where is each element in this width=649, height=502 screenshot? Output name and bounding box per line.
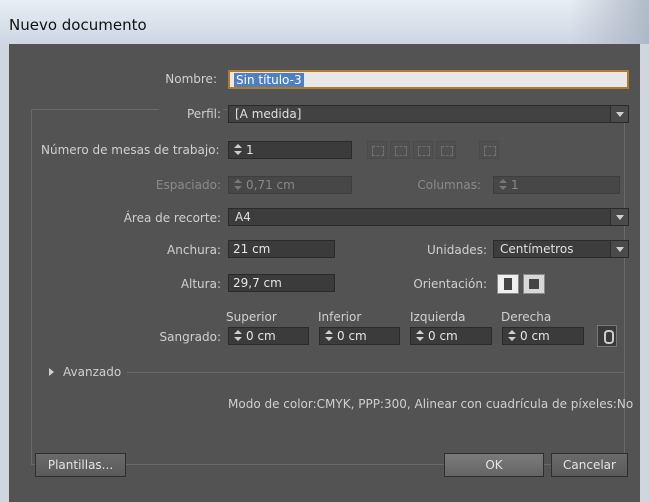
chevron-down-icon [610,209,628,225]
bleed-top-field[interactable]: 0 cm [228,327,309,345]
document-summary: Modo de color:CMYK, PPP:300, Alinear con… [228,397,634,411]
title-bar[interactable]: Nuevo documento [0,0,649,44]
disclosure-triangle-icon[interactable] [49,368,54,376]
name-value: Sin título-3 [234,73,304,87]
bleed-bottom-value: 0 cm [337,329,367,343]
profile-label: Perfil: [159,107,223,121]
cancel-button[interactable]: Cancelar [551,453,628,477]
width-label: Anchura: [167,243,221,257]
bleed-right-field[interactable]: 0 cm [502,327,584,345]
landscape-icon[interactable] [523,274,545,294]
ok-button[interactable]: OK [444,453,544,477]
bleed-left-field[interactable]: 0 cm [410,327,492,345]
advanced-separator [127,372,624,373]
columns-label: Columnas: [417,178,481,192]
arrange-by-row-icon[interactable] [413,141,433,159]
artboards-value: 1 [246,143,254,157]
templates-button[interactable]: Plantillas... [35,453,126,477]
artboards-field[interactable]: 1 [228,141,352,159]
right-to-left-icon[interactable] [479,141,499,159]
units-select[interactable]: Centímetros [493,240,629,258]
height-value: 29,7 cm [233,276,282,290]
chevron-down-icon [610,241,628,257]
crop-value: A4 [235,210,251,224]
bleed-label: Sangrado: [159,330,221,344]
orientation-label: Orientación: [413,277,487,291]
width-field[interactable]: 21 cm [228,240,335,258]
bleed-top-label: Superior [226,310,277,324]
height-label: Altura: [180,277,221,291]
columns-field[interactable]: 1 [493,176,620,194]
crop-select[interactable]: A4 [228,208,629,226]
columns-value: 1 [511,178,519,192]
advanced-toggle[interactable]: Avanzado [63,365,121,379]
spacing-value: 0,71 cm [246,178,295,192]
bleed-left-label: Izquierda [410,310,466,324]
profile-value: [A medida] [235,107,302,121]
units-label: Unidades: [427,243,487,257]
arrange-by-column-icon[interactable] [436,141,456,159]
name-field[interactable]: Sin título-3 [228,70,629,89]
stepper-icon[interactable] [233,143,243,157]
grid-by-column-icon[interactable] [390,141,410,159]
bleed-bottom-field[interactable]: 0 cm [319,327,400,345]
spacing-field[interactable]: 0,71 cm [228,176,352,194]
height-field[interactable]: 29,7 cm [228,274,335,292]
chevron-down-icon [610,106,628,122]
bleed-bottom-label: Inferior [318,310,362,324]
bleed-left-value: 0 cm [428,329,458,343]
bleed-right-label: Derecha [501,310,552,324]
bleed-right-value: 0 cm [520,329,550,343]
bleed-top-value: 0 cm [246,329,276,343]
portrait-icon[interactable] [497,274,519,294]
new-document-dialog: Nuevo documento Nombre: Sin título-3 Per… [0,0,649,502]
units-value: Centímetros [500,242,574,256]
spacing-label: Espaciado: [155,178,221,192]
window-title: Nuevo documento [9,16,147,34]
artboards-label: Número de mesas de trabajo: [41,143,220,157]
width-value: 21 cm [233,242,271,256]
grid-by-row-icon[interactable] [367,141,387,159]
profile-select[interactable]: [A medida] [228,105,629,123]
name-label: Nombre: [165,72,217,86]
dialog-content: Nombre: Sin título-3 Perfil: [A medida] … [9,44,640,502]
chain-link-icon[interactable] [597,325,617,347]
crop-label: Área de recorte: [123,211,221,225]
